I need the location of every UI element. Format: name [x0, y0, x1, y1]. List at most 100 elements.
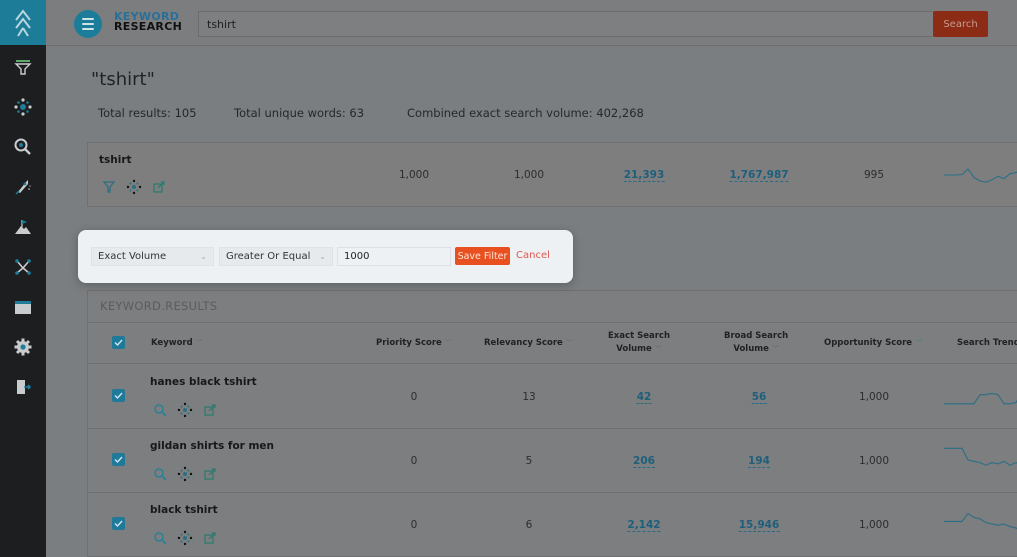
- total-unique-words: Total unique words: 63: [234, 106, 365, 120]
- row-priority-score: 0: [410, 519, 418, 531]
- row-relevancy-score: 13: [522, 391, 536, 403]
- network-icon: [126, 179, 142, 195]
- row-search-action[interactable]: [152, 402, 168, 418]
- column-search-trend[interactable]: Search Trend: [957, 337, 1017, 350]
- chevrons-up-logo-icon: [15, 8, 31, 37]
- row-checkbox[interactable]: [112, 389, 125, 402]
- chevron-down-icon: ⌄: [319, 252, 326, 261]
- funnel-pin-icon: [102, 181, 116, 193]
- row-open-action[interactable]: [202, 530, 218, 546]
- cancel-filter-link[interactable]: Cancel: [516, 250, 550, 261]
- row-search-action[interactable]: [152, 530, 168, 546]
- table-row: black tshirt 0 6 2,142 15,946 1,000: [88, 493, 1017, 557]
- row-relevancy-score: 6: [525, 519, 533, 531]
- seed-cluster-action[interactable]: [126, 179, 142, 195]
- row-exact-volume[interactable]: 2,142: [627, 519, 661, 532]
- seed-keyword-card: tshirt 1,000 1,000 21,393 1,767,987 995: [87, 142, 1017, 207]
- row-broad-volume[interactable]: 194: [748, 455, 770, 468]
- funnel-icon: [14, 60, 32, 75]
- table-row: hanes black tshirt 0 13 42 56 1,000: [88, 365, 1017, 429]
- row-priority-score: 0: [410, 455, 418, 467]
- row-cluster-action[interactable]: [177, 466, 193, 482]
- logo-line-2: RESEARCH: [114, 20, 183, 33]
- sort-chevron-icon: ﹀: [195, 339, 203, 347]
- table-row: gildan shirts for men 0 5 206 194 1,000: [88, 429, 1017, 493]
- sidebar-item-settings[interactable]: [0, 327, 46, 367]
- row-search-action[interactable]: [152, 466, 168, 482]
- app-logo: KEYWORD RESEARCH: [114, 11, 183, 33]
- sidebar-item-logout[interactable]: [0, 367, 46, 407]
- check-icon: [114, 520, 123, 528]
- column-exact-search-volume[interactable]: Exact Search Volume ﹀: [608, 330, 670, 356]
- chevron-down-icon: ⌄: [200, 252, 207, 261]
- column-broad-search-volume[interactable]: Broad Search Volume ﹀: [724, 330, 788, 356]
- filter-operator-select[interactable]: Greater Or Equal ⌄: [219, 247, 333, 266]
- filter-field-select[interactable]: Exact Volume ⌄: [91, 247, 214, 266]
- sidebar-item-search[interactable]: [0, 127, 46, 167]
- save-filter-button[interactable]: Save Filter: [455, 247, 510, 265]
- seed-open-action[interactable]: [151, 179, 167, 195]
- select-all-checkbox[interactable]: [112, 336, 125, 349]
- keyword-search-input[interactable]: [198, 11, 933, 37]
- row-keyword: hanes black tshirt: [150, 376, 257, 388]
- row-open-action[interactable]: [202, 402, 218, 418]
- seed-broad-volume[interactable]: 1,767,987: [729, 169, 789, 182]
- mountain-flag-icon: [15, 220, 31, 234]
- trend-line: [944, 168, 1017, 183]
- check-icon: [114, 392, 123, 400]
- results-title: KEYWORD.RESULTS: [100, 299, 218, 313]
- results-table-header: Keyword ﹀ Priority Score ﹀ Relevancy Sco…: [88, 322, 1017, 364]
- row-actions: [152, 402, 218, 418]
- magnify-icon: [14, 138, 31, 155]
- row-broad-volume[interactable]: 15,946: [738, 519, 780, 532]
- seed-opportunity-score: 995: [863, 169, 885, 181]
- filter-value-input[interactable]: [337, 247, 451, 266]
- network-icon: [177, 530, 193, 546]
- row-exact-volume[interactable]: 206: [633, 455, 655, 468]
- row-actions: [152, 530, 218, 546]
- sidebar-item-filter[interactable]: [0, 47, 46, 87]
- sort-chevron-icon: ﹀: [654, 345, 662, 353]
- gear-icon: [14, 338, 32, 356]
- seed-exact-volume[interactable]: 21,393: [623, 169, 665, 182]
- column-opportunity-score[interactable]: Opportunity Score ﹀: [824, 337, 922, 350]
- seed-filter-action[interactable]: [101, 179, 117, 195]
- column-keyword[interactable]: Keyword ﹀: [151, 337, 203, 350]
- share-nodes-icon: [15, 259, 31, 275]
- seed-relevancy-score: 1,000: [513, 169, 545, 181]
- seed-actions: [101, 179, 167, 195]
- rocket-icon: [15, 180, 31, 195]
- row-actions: [152, 466, 218, 482]
- column-priority-score[interactable]: Priority Score ﹀: [376, 337, 452, 350]
- query-title: "tshirt": [91, 69, 155, 90]
- sidebar-item-goals[interactable]: [0, 207, 46, 247]
- keyword-results-card: KEYWORD.RESULTS Keyword ﹀ Priority Score…: [87, 290, 1017, 557]
- row-checkbox[interactable]: [112, 517, 125, 530]
- sidebar-item-folders[interactable]: [0, 287, 46, 327]
- sidebar-item-launch[interactable]: [0, 167, 46, 207]
- trend-line: [944, 512, 1017, 530]
- seed-priority-score: 1,000: [398, 169, 430, 181]
- row-checkbox[interactable]: [112, 453, 125, 466]
- sidebar-item-cluster[interactable]: [0, 87, 46, 127]
- brand-logo[interactable]: [0, 0, 46, 45]
- row-search-trend: [944, 512, 1017, 530]
- row-open-action[interactable]: [202, 466, 218, 482]
- column-relevancy-score[interactable]: Relevancy Score ﹀: [484, 337, 573, 350]
- sidebar: [0, 0, 46, 557]
- network-icon: [177, 466, 193, 482]
- trend-line: [944, 392, 1017, 405]
- row-cluster-action[interactable]: [177, 530, 193, 546]
- row-search-trend: [944, 392, 1017, 405]
- network-icon: [14, 98, 32, 116]
- row-exact-volume[interactable]: 42: [636, 391, 652, 404]
- menu-button[interactable]: [74, 10, 102, 38]
- row-priority-score: 0: [410, 391, 418, 403]
- magnify-icon: [154, 468, 167, 481]
- search-button[interactable]: Search: [933, 11, 988, 37]
- row-relevancy-score: 5: [525, 455, 533, 467]
- sidebar-item-connections[interactable]: [0, 247, 46, 287]
- row-broad-volume[interactable]: 56: [751, 391, 767, 404]
- sort-chevron-icon: ﹀: [444, 339, 452, 347]
- row-cluster-action[interactable]: [177, 402, 193, 418]
